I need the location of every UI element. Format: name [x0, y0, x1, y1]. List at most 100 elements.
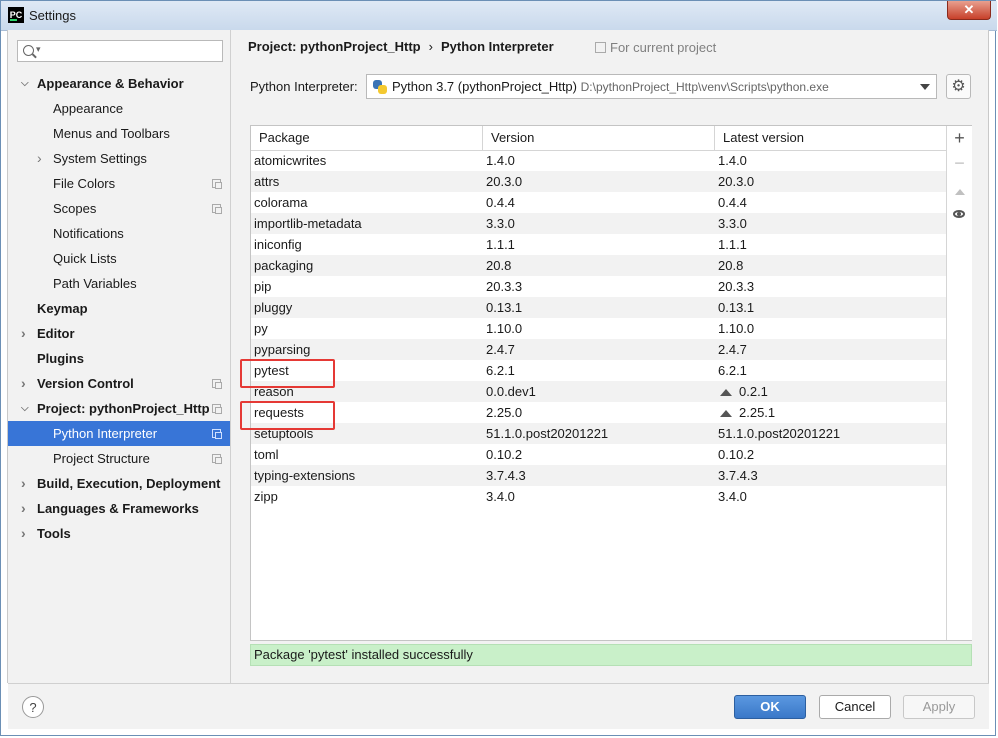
sidebar-item-label: File Colors	[53, 176, 116, 191]
sidebar-item-label: Keymap	[37, 301, 88, 316]
chevron-down-icon[interactable]: ⌵	[21, 71, 31, 96]
chevron-right-icon[interactable]: ›	[21, 371, 31, 396]
sidebar-item-appearance[interactable]: Appearance	[8, 96, 230, 121]
project-level-icon	[212, 379, 222, 389]
sidebar-item-project-structure[interactable]: Project Structure	[8, 446, 230, 471]
remove-package-icon[interactable]: −	[947, 151, 972, 176]
package-latest-version-cell: 51.1.0.post20201221	[715, 423, 949, 444]
package-version-cell: 3.3.0	[486, 216, 515, 231]
chevron-right-icon[interactable]: ›	[21, 321, 31, 346]
column-header-version[interactable]: Version	[483, 126, 715, 150]
sidebar-item-label: Menus and Toolbars	[53, 126, 170, 141]
table-body: atomicwrites 1.4.0 1.4.0 attrs 20.3.0 20.3.0 c…	[251, 150, 946, 507]
package-latest-version-cell: 3.4.0	[715, 486, 949, 507]
sidebar-item-editor[interactable]: › Editor	[8, 321, 230, 346]
package-name-cell: toml	[254, 447, 279, 462]
chevron-right-icon[interactable]: ›	[21, 496, 31, 521]
table-row[interactable]: toml 0.10.2 0.10.2	[251, 444, 946, 465]
sidebar-item-version-control[interactable]: › Version Control	[8, 371, 230, 396]
apply-button[interactable]: Apply	[903, 695, 975, 719]
table-row[interactable]: atomicwrites 1.4.0 1.4.0	[251, 150, 946, 171]
package-version-cell: 20.8	[486, 258, 512, 273]
table-row[interactable]: requests 2.25.0 2.25.1	[251, 402, 946, 423]
help-button[interactable]: ?	[22, 696, 44, 718]
latest-version-text: 3.7.4.3	[718, 468, 758, 483]
table-row[interactable]: pyparsing 2.4.7 2.4.7	[251, 339, 946, 360]
sidebar-item-label: Quick Lists	[53, 251, 117, 266]
interpreter-select[interactable]: Python 3.7 (pythonProject_Http) D:\pytho…	[366, 74, 937, 99]
sidebar-item-file-colors[interactable]: File Colors	[8, 171, 230, 196]
sidebar-item-menus-and-toolbars[interactable]: Menus and Toolbars	[8, 121, 230, 146]
table-row[interactable]: setuptools 51.1.0.post20201221 51.1.0.post…	[251, 423, 946, 444]
sidebar-item-system-settings[interactable]: › System Settings	[8, 146, 230, 171]
package-version-cell: 20.3.0	[486, 174, 523, 189]
chevron-right-icon[interactable]: ›	[37, 146, 47, 171]
package-version-cell: 2.4.7	[486, 342, 515, 357]
table-row[interactable]: attrs 20.3.0 20.3.0	[251, 171, 946, 192]
package-name-cell: importlib-metadata	[254, 216, 362, 231]
breadcrumb-project[interactable]: Project: pythonProject_Http	[248, 39, 421, 54]
cancel-button[interactable]: Cancel	[819, 695, 891, 719]
search-icon	[23, 45, 34, 56]
close-button[interactable]: ✕	[947, 1, 991, 20]
breadcrumb-separator: ›	[428, 39, 433, 54]
sidebar-item-project-pythonproject-http[interactable]: ⌵ Project: pythonProject_Http	[8, 396, 230, 421]
interpreter-settings-gear-icon[interactable]: ⚙	[946, 74, 971, 99]
sidebar-item-appearance-behavior[interactable]: ⌵ Appearance & Behavior	[8, 71, 230, 96]
sidebar-item-build-execution-deployment[interactable]: › Build, Execution, Deployment	[8, 471, 230, 496]
latest-version-text: 0.10.2	[718, 447, 755, 462]
column-header-package[interactable]: Package	[251, 126, 483, 150]
column-header-latest-version[interactable]: Latest version	[715, 126, 946, 150]
title-bar[interactable]: PC Settings ✕	[1, 1, 997, 31]
chevron-right-icon[interactable]: ›	[21, 471, 31, 496]
sidebar-item-python-interpreter[interactable]: Python Interpreter	[8, 421, 230, 446]
sidebar-item-scopes[interactable]: Scopes	[8, 196, 230, 221]
upgrade-package-icon[interactable]	[947, 177, 972, 202]
table-header: Package Version Latest version	[251, 126, 946, 151]
table-row[interactable]: pytest 6.2.1 6.2.1	[251, 360, 946, 381]
ok-button[interactable]: OK	[734, 695, 806, 719]
sidebar-item-label: Appearance	[53, 101, 124, 116]
add-package-icon[interactable]: +	[947, 126, 972, 151]
sidebar-item-keymap[interactable]: Keymap	[8, 296, 230, 321]
table-row[interactable]: py 1.10.0 1.10.0	[251, 318, 946, 339]
requests-highlight-box	[240, 401, 335, 430]
sidebar-item-tools[interactable]: › Tools	[8, 521, 230, 546]
table-row[interactable]: zipp 3.4.0 3.4.0	[251, 486, 946, 507]
sidebar-item-label: Tools	[37, 526, 71, 541]
table-row[interactable]: reason 0.0.dev1 0.2.1	[251, 381, 946, 402]
sidebar-item-label: Python Interpreter	[53, 426, 158, 441]
table-row[interactable]: packaging 20.8 20.8	[251, 255, 946, 276]
chevron-down-icon[interactable]	[920, 84, 930, 90]
table-row[interactable]: pip 20.3.3 20.3.3	[251, 276, 946, 297]
sidebar-item-quick-lists[interactable]: Quick Lists	[8, 246, 230, 271]
sidebar-item-label: Project: pythonProject_Http	[37, 401, 210, 416]
sidebar-item-label: Path Variables	[53, 276, 137, 291]
latest-version-text: 6.2.1	[718, 363, 747, 378]
install-status-message: Package 'pytest' installed successfully	[250, 644, 972, 666]
package-name-cell: typing-extensions	[254, 468, 356, 483]
latest-version-text: 2.25.1	[739, 405, 776, 420]
latest-version-text: 3.4.0	[718, 489, 747, 504]
package-version-cell: 0.4.4	[486, 195, 515, 210]
sidebar-item-plugins[interactable]: Plugins	[8, 346, 230, 371]
package-name-cell: pyparsing	[254, 342, 311, 357]
sidebar-item-path-variables[interactable]: Path Variables	[8, 271, 230, 296]
search-options-chevron-icon[interactable]: ▾	[36, 44, 41, 55]
dialog-footer: ? OK Cancel Apply	[8, 683, 989, 729]
table-row[interactable]: iniconfig 1.1.1 1.1.1	[251, 234, 946, 255]
table-row[interactable]: colorama 0.4.4 0.4.4	[251, 192, 946, 213]
table-row[interactable]: typing-extensions 3.7.4.3 3.7.4.3	[251, 465, 946, 486]
table-row[interactable]: pluggy 0.13.1 0.13.1	[251, 297, 946, 318]
show-early-releases-eye-icon[interactable]	[947, 203, 972, 228]
package-version-cell: 1.4.0	[486, 153, 515, 168]
package-latest-version-cell: 20.3.3	[715, 276, 949, 297]
table-row[interactable]: importlib-metadata 3.3.0 3.3.0	[251, 213, 946, 234]
sidebar-item-notifications[interactable]: Notifications	[8, 221, 230, 246]
sidebar-item-languages-frameworks[interactable]: › Languages & Frameworks	[8, 496, 230, 521]
chevron-right-icon[interactable]: ›	[21, 521, 31, 546]
package-latest-version-cell: 3.3.0	[715, 213, 949, 234]
latest-version-text: 2.4.7	[718, 342, 747, 357]
chevron-down-icon[interactable]: ⌵	[21, 396, 31, 421]
settings-search-input[interactable]: ▾	[17, 40, 223, 62]
